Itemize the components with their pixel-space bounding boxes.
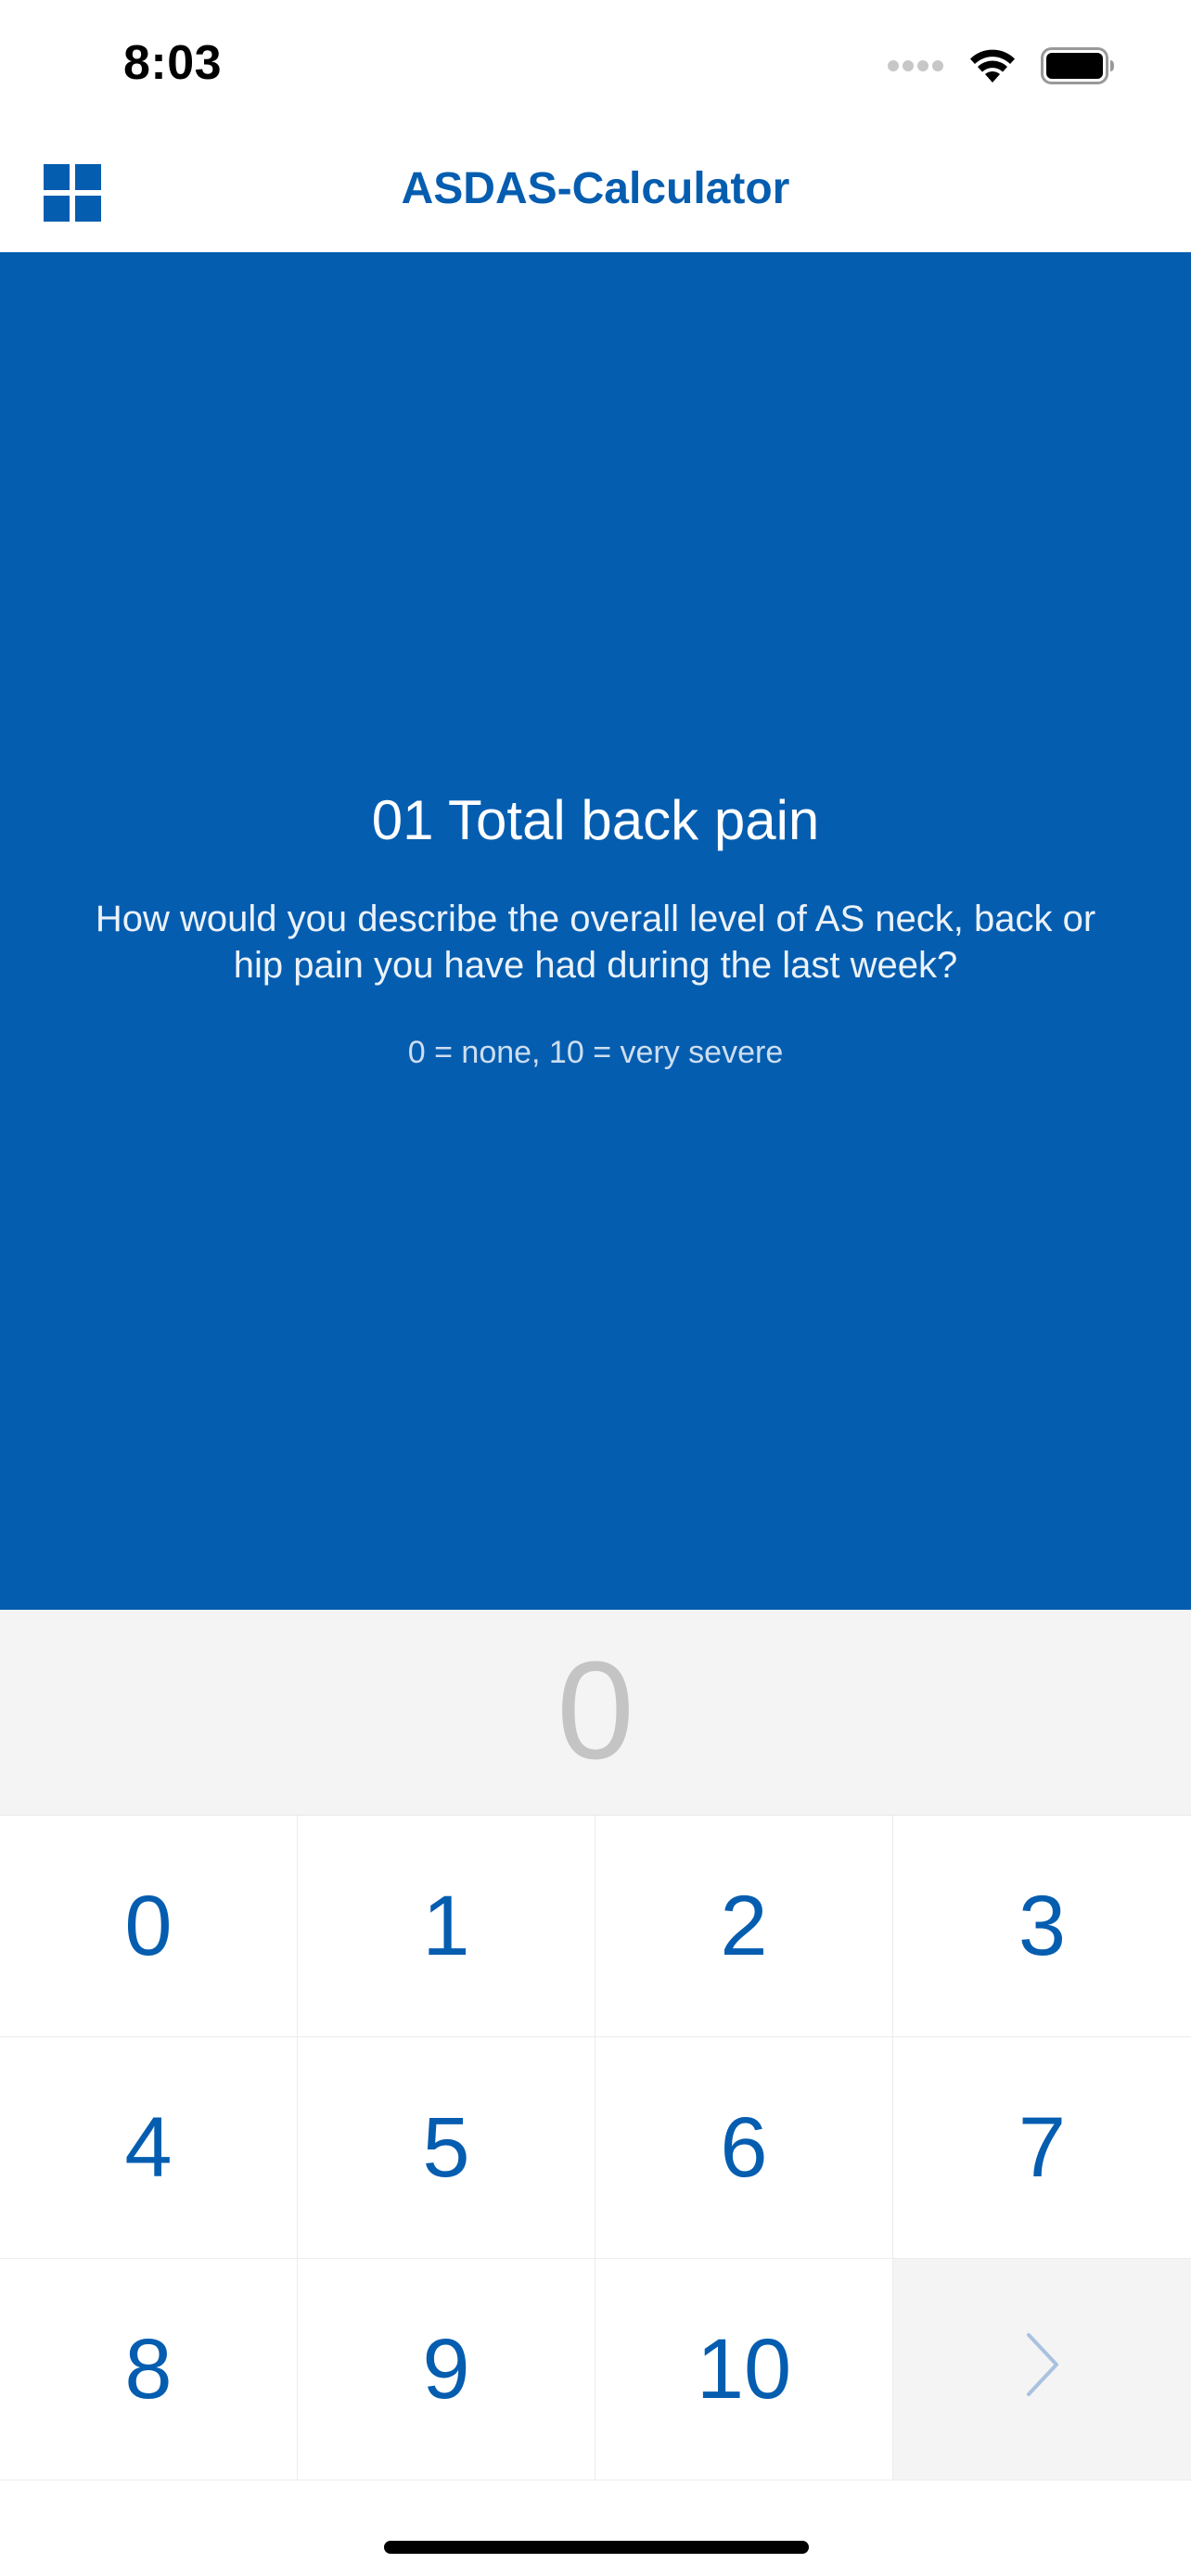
question-scale-hint: 0 = none, 10 = very severe bbox=[407, 1035, 784, 1070]
status-icons bbox=[887, 46, 1115, 89]
number-keypad: 0 1 2 3 4 5 6 7 8 9 10 bbox=[0, 1816, 1191, 2481]
navigation-bar: ASDAS-Calculator bbox=[0, 130, 1191, 252]
home-indicator[interactable] bbox=[384, 2541, 809, 2554]
key-9[interactable]: 9 bbox=[298, 2259, 596, 2480]
key-8[interactable]: 8 bbox=[0, 2259, 298, 2480]
page-title: ASDAS-Calculator bbox=[401, 164, 790, 213]
current-value: 0 bbox=[557, 1632, 634, 1788]
cellular-signal-icon bbox=[887, 59, 944, 77]
key-3[interactable]: 3 bbox=[893, 1816, 1191, 2037]
key-10[interactable]: 10 bbox=[596, 2259, 893, 2480]
key-4[interactable]: 4 bbox=[0, 2037, 298, 2259]
next-button[interactable] bbox=[893, 2259, 1191, 2480]
question-title: 01 Total back pain bbox=[371, 789, 820, 851]
key-0[interactable]: 0 bbox=[0, 1816, 298, 2037]
key-2[interactable]: 2 bbox=[596, 1816, 893, 2037]
battery-icon bbox=[1041, 46, 1115, 89]
value-display: 0 bbox=[0, 1610, 1191, 1816]
status-time: 8:03 bbox=[123, 36, 223, 90]
status-bar: 8:03 bbox=[0, 0, 1191, 130]
key-1[interactable]: 1 bbox=[298, 1816, 596, 2037]
wifi-icon bbox=[968, 47, 1017, 89]
question-panel: 01 Total back pain How would you describ… bbox=[0, 252, 1191, 1610]
asdas-calculator-screen: 8:03 ASDAS-Calculator 01 Total back pain… bbox=[0, 0, 1191, 2576]
question-text: How would you describe the overall level… bbox=[95, 899, 1096, 986]
key-5[interactable]: 5 bbox=[298, 2037, 596, 2259]
key-6[interactable]: 6 bbox=[596, 2037, 893, 2259]
chevron-right-icon bbox=[1024, 2321, 1061, 2418]
key-7[interactable]: 7 bbox=[893, 2037, 1191, 2259]
